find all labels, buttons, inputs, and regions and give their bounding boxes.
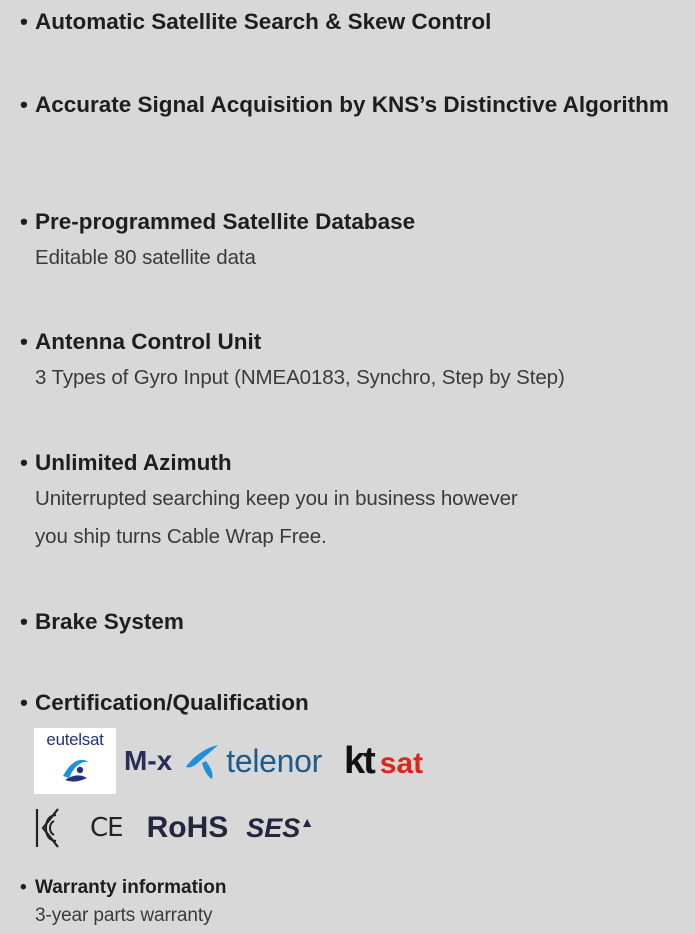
telenor-logo: telenor [182, 741, 322, 781]
eutelsat-emblem-icon [61, 756, 89, 784]
bullet: • [20, 329, 28, 354]
feature-item: • Accurate Signal Acquisition by KNS’s D… [20, 87, 685, 122]
feature-title: Unlimited Azimuth [35, 450, 232, 475]
feature-title: Accurate Signal Acquisition by KNS’s Dis… [35, 92, 669, 117]
telenor-propeller-icon [186, 745, 219, 779]
compliance-marks-row: CE RoHS SES▲ [34, 806, 314, 850]
warranty-title: Warranty information [35, 877, 227, 898]
feature-description: 3 Types of Gyro Input (NMEA0183, Synchro… [35, 366, 565, 389]
bullet: • [20, 9, 28, 34]
bullet: • [20, 877, 27, 898]
warranty-section: • Warranty information 3-year parts warr… [20, 874, 685, 930]
feature-description: Uniterrupted searching keep you in busin… [35, 487, 518, 510]
feature-item: • Antenna Control Unit 3 Types of Gyro I… [20, 324, 685, 397]
feature-description: you ship turns Cable Wrap Free. [35, 525, 327, 548]
feature-item: • Automatic Satellite Search & Skew Cont… [20, 4, 685, 39]
feature-title: Automatic Satellite Search & Skew Contro… [35, 9, 492, 34]
ktsat-logo: kt sat [343, 739, 424, 782]
feature-title: Brake System [35, 609, 184, 634]
bullet: • [20, 609, 28, 634]
ses-logo: SES▲ [246, 812, 315, 843]
bullet: • [20, 209, 28, 234]
ses-mark-icon: ▲ [300, 813, 315, 830]
bullet: • [20, 690, 28, 715]
kc-mark-icon [35, 808, 59, 848]
feature-title: Pre-programmed Satellite Database [35, 209, 416, 234]
ce-mark: CE [90, 813, 124, 843]
feature-item: • Brake System [20, 604, 685, 639]
feature-description: Editable 80 satellite data [35, 246, 256, 269]
warranty-description: 3-year parts warranty [35, 905, 213, 926]
feature-item: • Unlimited Azimuth Uniterrupted searchi… [20, 445, 685, 556]
bullet: • [20, 92, 28, 117]
feature-item: • Certification/Qualification [20, 685, 685, 720]
eutelsat-logo: eutelsat [34, 728, 116, 794]
feature-title: Antenna Control Unit [35, 329, 262, 354]
certification-logos-row: eutelsat M-x telenor kt sat [34, 728, 423, 794]
mx-logo: M-x [124, 745, 173, 776]
bullet: • [20, 450, 28, 475]
feature-title: Certification/Qualification [35, 690, 309, 715]
rohs-logo: RoHS [146, 811, 229, 844]
feature-item: • Pre-programmed Satellite Database Edit… [20, 204, 685, 277]
